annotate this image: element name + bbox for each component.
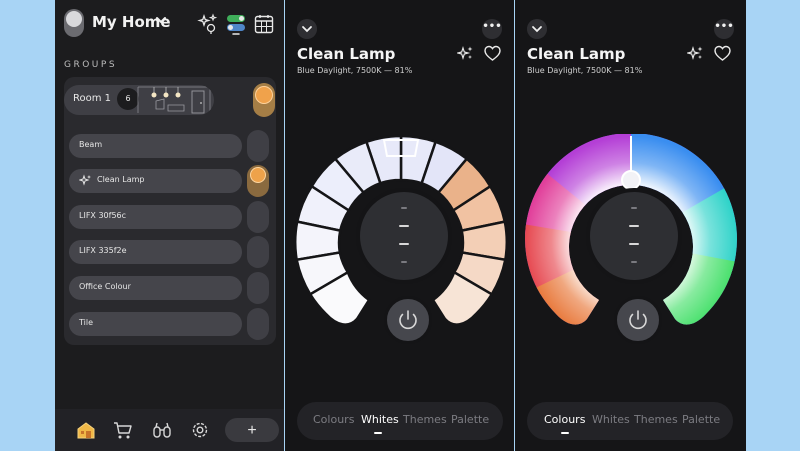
colour-hue-wheel[interactable] [523,133,739,344]
light-pill[interactable]: Office Colour [69,276,242,300]
power-icon [629,310,647,330]
tab-palette[interactable]: Palette [451,413,489,426]
light-power-toggle[interactable] [247,130,269,162]
light-pill[interactable]: LIFX 335f2e [69,240,242,264]
light-row-lifx-335f2e[interactable]: LIFX 335f2e [69,236,271,268]
light-name: LIFX 30f56c [79,211,127,220]
chevron-down-icon[interactable] [155,14,167,26]
white-temperature-wheel[interactable] [293,134,509,344]
shop-icon[interactable] [112,419,134,441]
light-title: Clean Lamp [527,45,626,63]
light-power-toggle[interactable] [247,308,269,340]
scenes-icon[interactable] [197,13,219,35]
home-power-toggle[interactable] [64,9,84,37]
more-options-button[interactable]: ••• [482,19,502,39]
groups-heading: GROUPS [64,60,118,70]
tab-colours[interactable]: Colours [313,413,354,426]
light-row-office-colour[interactable]: Office Colour [69,272,271,304]
sparkle-icon[interactable] [457,45,474,62]
light-pill[interactable]: Clean Lamp [69,169,242,193]
active-tab-indicator [374,432,382,434]
light-row-beam[interactable]: Beam [69,130,271,162]
room-illustration-icon [137,86,211,114]
light-title: Clean Lamp [297,45,396,63]
light-status-subtitle: Blue Daylight, 7500K — 81% [527,66,643,75]
light-name: Tile [79,318,94,327]
power-button[interactable] [384,296,432,344]
active-tab-indicator [561,432,569,434]
brightness-dial[interactable] [356,188,452,284]
light-name: Beam [79,140,103,149]
sparkle-icon [79,174,91,186]
add-device-button[interactable]: + [225,418,279,442]
light-row-tile[interactable]: Tile [69,308,271,340]
light-power-toggle[interactable] [247,272,269,304]
brightness-dial[interactable] [586,188,682,284]
light-name: Clean Lamp [97,175,145,184]
room-pill[interactable]: Room 1 6 [64,85,214,115]
heart-icon[interactable] [484,45,501,62]
light-row-lifx-30f56c[interactable]: LIFX 30f56c [69,201,271,233]
settings-icon[interactable] [189,419,211,441]
chevron-down-icon[interactable] [527,19,547,39]
tab-themes[interactable]: Themes [403,413,447,426]
sparkle-icon[interactable] [687,45,704,62]
light-pill[interactable]: Beam [69,134,242,158]
calendar-icon[interactable] [253,13,275,35]
tab-whites[interactable]: Whites [361,413,399,426]
light-name: LIFX 335f2e [79,246,127,255]
light-status-subtitle: Blue Daylight, 7500K — 81% [297,66,413,75]
home-panel: My Home GROUPS Room 1 6 Beam Clean Lamp … [55,0,284,451]
room-name: Room 1 [73,93,112,104]
tab-colours[interactable]: Colours [544,413,585,426]
mode-tab-bar: Colours Whites Themes Palette [297,402,503,440]
tab-whites[interactable]: Whites [592,413,630,426]
light-power-toggle[interactable] [247,201,269,233]
more-options-button[interactable]: ••• [714,19,734,39]
power-icon [399,310,417,330]
whites-control-panel: ••• Clean Lamp Blue Daylight, 7500K — 81… [285,0,514,451]
light-pill[interactable]: Tile [69,312,242,336]
heart-icon[interactable] [714,45,731,62]
power-button[interactable] [614,296,662,344]
home-icon[interactable] [75,419,97,441]
tab-palette[interactable]: Palette [682,413,720,426]
mode-tab-bar: Colours Whites Themes Palette [527,402,733,440]
tab-themes[interactable]: Themes [634,413,678,426]
room-group-row[interactable]: Room 1 6 [64,83,275,117]
light-row-clean-lamp[interactable]: Clean Lamp [69,165,271,197]
discover-icon[interactable] [151,419,173,441]
toggle-view-icon[interactable] [225,13,247,35]
light-power-toggle[interactable] [247,236,269,268]
light-name: Office Colour [79,282,131,291]
bottom-nav-bar: + [55,409,284,451]
chevron-down-icon[interactable] [297,19,317,39]
colours-control-panel: ••• Clean Lamp Blue Daylight, 7500K — 81… [515,0,746,451]
light-pill[interactable]: LIFX 30f56c [69,205,242,229]
room-power-toggle[interactable] [253,83,275,117]
light-power-toggle[interactable] [247,165,269,197]
